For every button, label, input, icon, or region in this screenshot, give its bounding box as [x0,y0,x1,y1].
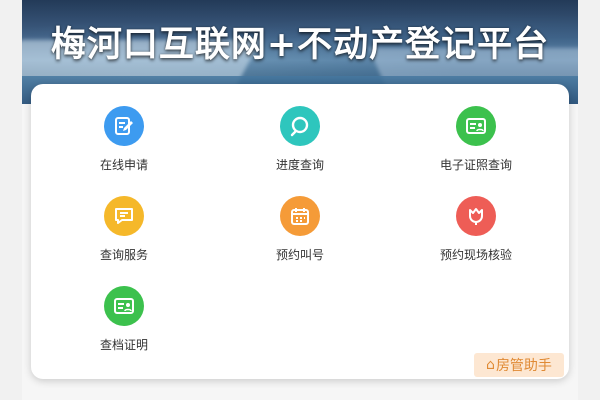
edit-form-icon [104,106,144,146]
service-label: 查档证明 [99,338,148,352]
calendar-icon [280,196,320,236]
service-label: 预约现场核验 [439,248,512,262]
service-online-apply[interactable]: 在线申请 [54,106,194,173]
house-icon: ⌂ [486,357,495,373]
service-label: 预约叫号 [275,248,324,262]
service-label: 在线申请 [99,158,148,172]
service-e-license-query[interactable]: 电子证照查询 [406,106,546,173]
service-label: 电子证照查询 [439,158,512,172]
watermark-badge: ⌂ 房管助手 [474,353,564,377]
message-icon [104,196,144,236]
service-appointment-queue[interactable]: 预约叫号 [230,196,370,263]
watermark-text: 房管助手 [495,358,552,374]
service-progress-query[interactable]: 进度查询 [230,106,370,173]
service-onsite-verification[interactable]: 预约现场核验 [406,196,546,263]
service-archive-certificate[interactable]: 查档证明 [54,286,194,353]
page-title: 梅河口互联网+不动产登记平台 [50,25,550,65]
services-card: 在线申请 进度查询 电子证照查询 查询服务 预约叫号 预约现场核验 查档证明 [31,84,569,379]
tulip-icon [456,196,496,236]
service-label: 查询服务 [99,248,148,262]
id-card-icon [104,286,144,326]
id-card-icon [456,106,496,146]
search-icon [280,106,320,146]
service-inquiry[interactable]: 查询服务 [54,196,194,263]
service-label: 进度查询 [275,158,324,172]
